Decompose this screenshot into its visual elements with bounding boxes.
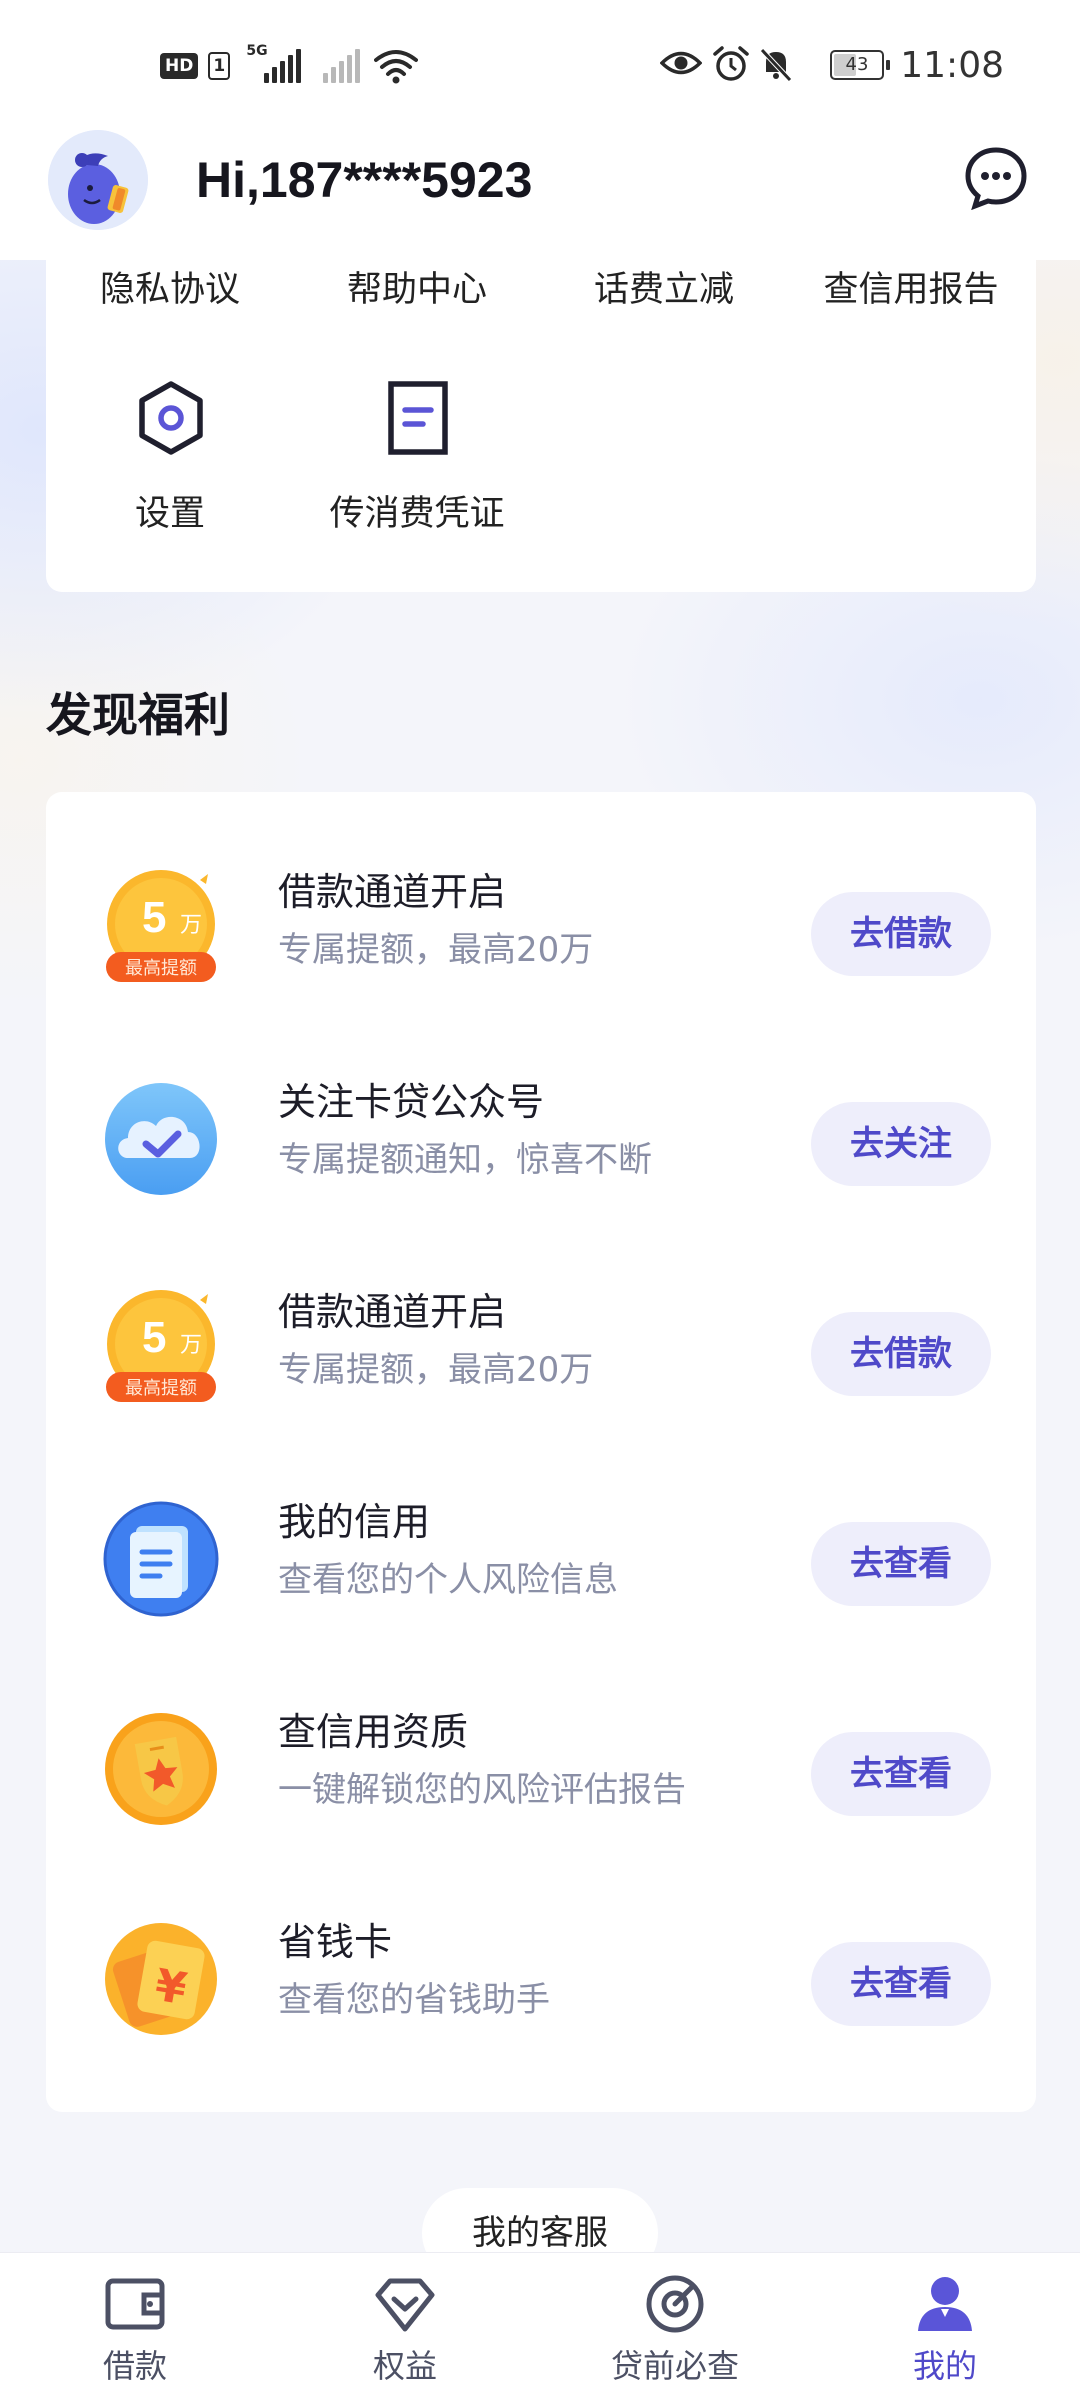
coin-tag: 最高提额 — [125, 1378, 197, 1399]
eye-icon — [660, 51, 702, 75]
status-bar: HD 1 5G 43 11:08 — [0, 0, 1080, 130]
tab-pre-loan-check-label: 贷前必查 — [610, 2347, 739, 2385]
diamond-heart-icon — [375, 2278, 435, 2332]
sim-badge: 1 — [208, 52, 231, 80]
coin-5wan-icon: 5 万 最高提额 — [106, 1290, 216, 1402]
tab-mine[interactable]: 我的 — [810, 2253, 1080, 2400]
go-borrow-button[interactable]: 去借款 — [811, 1312, 991, 1396]
profile-header: Hi,187****5923 — [0, 130, 1080, 260]
mute-bell-icon — [760, 48, 792, 82]
user-greeting: Hi,187****5923 — [196, 152, 533, 208]
benefits-card: 5 万 最高提额 借款通道开启 专属提额，最高20万 去借款 关注卡贷公众号 专… — [46, 792, 1036, 2112]
alarm-icon — [713, 46, 749, 81]
coin-unit: 万 — [180, 913, 202, 938]
network-type: 5G — [246, 43, 268, 59]
offer-subtitle: 查看您的个人风险信息 — [278, 1560, 618, 1600]
go-view-button[interactable]: 去查看 — [811, 1522, 991, 1606]
tab-loan[interactable]: 借款 — [0, 2253, 270, 2400]
tool-upload-receipt-label: 传消费凭证 — [329, 494, 505, 534]
status-left: HD 1 5G — [160, 43, 419, 86]
mascot-avatar-icon[interactable] — [48, 130, 148, 230]
coin-tag: 最高提额 — [125, 958, 197, 979]
list-item-savings-card[interactable]: ¥ 省钱卡 查看您的省钱助手 去查看 — [46, 1870, 1036, 2080]
tab-loan-label: 借款 — [102, 2347, 167, 2385]
wifi-icon — [374, 50, 419, 84]
tool-settings-label: 设置 — [134, 494, 205, 534]
chat-bubble-icon[interactable] — [964, 146, 1028, 211]
tab-mine-label: 我的 — [912, 2347, 977, 2385]
shield-star-icon — [105, 1713, 217, 1825]
top-bar: HD 1 5G 43 11:08 Hi,187****5923 — [0, 0, 1080, 260]
list-item-loan-channel-2[interactable]: 5 万 最高提额 借款通道开启 专属提额，最高20万 去借款 — [46, 1240, 1036, 1450]
yuan-card-icon: ¥ — [105, 1923, 217, 2035]
offer-title: 我的信用 — [278, 1500, 431, 1544]
offer-subtitle: 专属提额通知，惊喜不断 — [278, 1140, 652, 1180]
go-follow-button[interactable]: 去关注 — [811, 1102, 991, 1186]
link-phone-bill-discount[interactable]: 话费立减 — [540, 260, 788, 320]
go-view-button[interactable]: 去查看 — [811, 1732, 991, 1816]
link-privacy-policy[interactable]: 隐私协议 — [46, 260, 294, 320]
tab-benefits[interactable]: 权益 — [270, 2253, 540, 2400]
offer-subtitle: 查看您的省钱助手 — [278, 1980, 550, 2020]
services-card: 隐私协议 帮助中心 话费立减 查信用报告 设置 传消费凭证 — [46, 220, 1036, 592]
offer-subtitle: 专属提额，最高20万 — [278, 1350, 594, 1390]
offer-title: 查信用资质 — [278, 1710, 469, 1754]
tab-pre-loan-check[interactable]: 贷前必查 — [540, 2253, 810, 2400]
section-title-discover-benefits: 发现福利 — [46, 688, 230, 742]
target-icon — [646, 2275, 704, 2333]
cellular-signal-2-icon — [317, 49, 361, 83]
clock: 11:08 — [900, 45, 1004, 86]
tool-settings[interactable]: 设置 — [46, 380, 294, 580]
battery-indicator: 43 — [830, 50, 890, 80]
hexagon-settings-icon — [139, 381, 203, 455]
link-help-center[interactable]: 帮助中心 — [293, 260, 541, 320]
list-item-follow-account[interactable]: 关注卡贷公众号 专属提额通知，惊喜不断 去关注 — [46, 1030, 1036, 1240]
battery-level: 43 — [845, 54, 869, 75]
coin-unit: 万 — [180, 1333, 202, 1358]
offer-title: 借款通道开启 — [278, 1290, 507, 1334]
credit-document-icon — [103, 1501, 219, 1617]
offer-title: 关注卡贷公众号 — [278, 1080, 545, 1124]
quick-links: 隐私协议 帮助中心 话费立减 查信用报告 — [46, 260, 1036, 330]
offer-subtitle: 专属提额，最高20万 — [278, 930, 594, 970]
coin-5wan-icon: 5 万 最高提额 — [106, 870, 216, 982]
list-item-loan-channel[interactable]: 5 万 最高提额 借款通道开启 专属提额，最高20万 去借款 — [46, 820, 1036, 1030]
tool-upload-receipt[interactable]: 传消费凭证 — [293, 380, 541, 580]
offer-title: 借款通道开启 — [278, 870, 507, 914]
person-icon — [918, 2277, 972, 2331]
list-item-my-credit[interactable]: 我的信用 查看您的个人风险信息 去查看 — [46, 1450, 1036, 1660]
go-view-button[interactable]: 去查看 — [811, 1942, 991, 2026]
coin-number: 5 — [142, 893, 166, 942]
go-borrow-button[interactable]: 去借款 — [811, 892, 991, 976]
list-item-credit-qualification[interactable]: 查信用资质 一键解锁您的风险评估报告 去查看 — [46, 1660, 1036, 1870]
cellular-signal-icon: 5G — [246, 43, 302, 83]
offer-subtitle: 一键解锁您的风险评估报告 — [278, 1770, 686, 1810]
bottom-tab-bar: 借款 权益 贷前必查 我的 — [0, 2252, 1080, 2400]
coin-number: 5 — [142, 1313, 166, 1362]
hd-voice-badge: HD — [160, 53, 199, 79]
status-right: 43 11:08 — [660, 46, 1080, 86]
tab-benefits-label: 权益 — [372, 2347, 437, 2385]
offer-title: 省钱卡 — [278, 1920, 393, 1964]
cloud-check-icon — [105, 1083, 217, 1195]
wallet-icon — [105, 2278, 165, 2330]
link-credit-report[interactable]: 查信用报告 — [787, 260, 1035, 320]
document-icon — [388, 381, 448, 455]
